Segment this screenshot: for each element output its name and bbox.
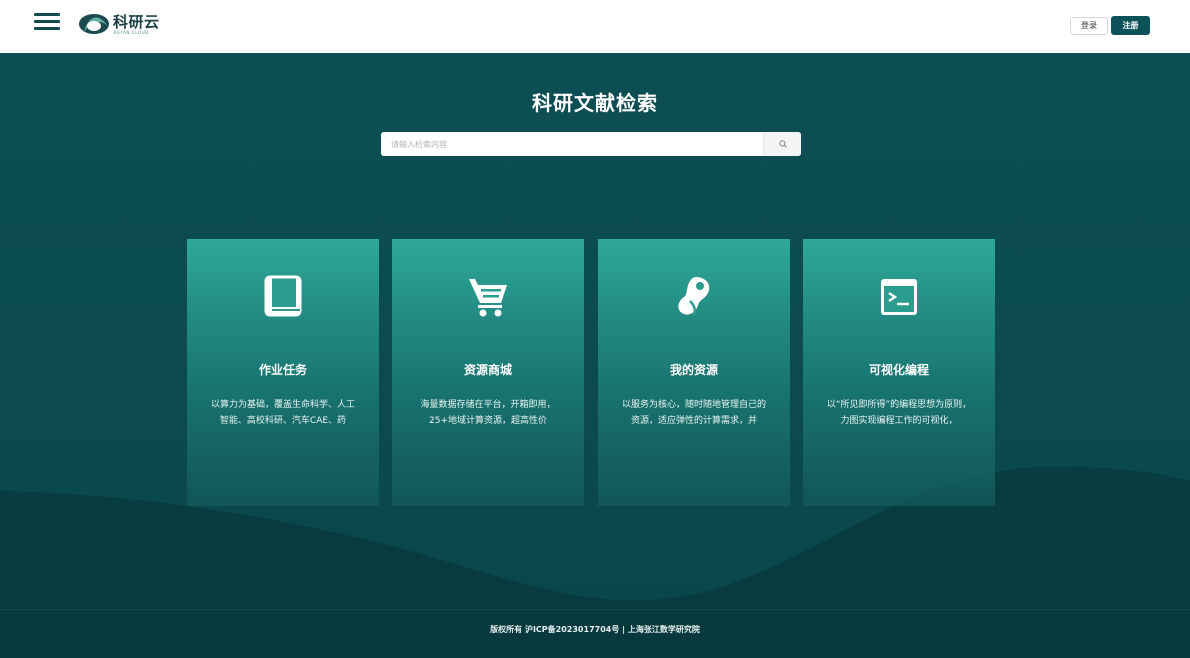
footer: 版权所有 沪ICP备2023017704号 | 上海张江数学研究院 (0, 609, 1190, 658)
card-my-resources[interactable]: 我的资源 以服务为核心，随时随地管理自己的资源，适应弹性的计算需求，并 (598, 239, 790, 506)
top-header: 科研云 KEYAN CLOUD 登录 注册 (0, 0, 1190, 53)
card-description: 以算力为基础，覆盖生命科学、人工智能、高校科研、汽车CAE、药 (210, 400, 355, 426)
card-homework-tasks[interactable]: 作业任务 以算力为基础，覆盖生命科学、人工智能、高校科研、汽车CAE、药 (187, 239, 379, 506)
footer-copyright: 版权所有 沪ICP备2023017704号 | 上海张江数学研究院 (490, 625, 700, 634)
card-title: 资源商城 (463, 363, 512, 377)
card-resource-mall[interactable]: 资源商城 海量数据存储在平台，开箱即用，25+地域计算资源，超高性价 (392, 239, 584, 506)
hamburger-menu-icon[interactable] (34, 12, 60, 32)
card-description: 以“所见即所得”的编程思想为原则，力图实现编程工作的可视化， (826, 400, 972, 426)
card-title: 我的资源 (669, 363, 718, 377)
card-description: 以服务为核心，随时随地管理自己的资源，适应弹性的计算需求，并 (621, 400, 766, 426)
card-description: 海量数据存储在平台，开箱即用，25+地域计算资源，超高性价 (420, 400, 556, 426)
card-title: 作业任务 (258, 363, 307, 377)
terminal-icon (881, 279, 917, 315)
logo-mark-icon (79, 14, 109, 34)
search-bar (381, 132, 801, 156)
search-icon (779, 140, 787, 148)
logo-subtext: KEYAN CLOUD (114, 30, 149, 35)
book-icon (264, 275, 302, 317)
login-button[interactable]: 登录 (1070, 17, 1108, 35)
resource-icon (678, 277, 710, 316)
logo[interactable]: 科研云 KEYAN CLOUD (78, 9, 178, 41)
logo-text: 科研云 (113, 13, 160, 31)
cart-icon (469, 279, 507, 317)
card-visual-programming[interactable]: 可视化编程 以“所见即所得”的编程思想为原则，力图实现编程工作的可视化， (803, 239, 995, 506)
card-title: 可视化编程 (868, 363, 929, 377)
hero-section: 科研文献检索 作业任务 以算力为基础，覆盖生命科学、人工智能、高校科研、汽车CA… (0, 53, 1190, 609)
search-input[interactable] (381, 132, 763, 156)
register-button[interactable]: 注册 (1111, 16, 1150, 35)
search-button[interactable] (763, 132, 801, 156)
page-title: 科研文献检索 (532, 91, 658, 115)
